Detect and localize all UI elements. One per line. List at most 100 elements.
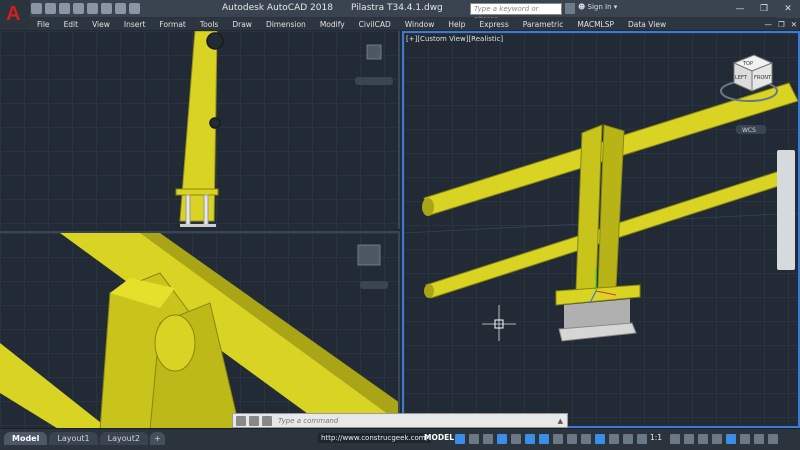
command-line: ▲ bbox=[232, 413, 568, 428]
crosshair-cursor bbox=[482, 305, 516, 341]
osnap-tracking-icon[interactable] bbox=[525, 434, 535, 444]
application-menu-button[interactable]: A bbox=[0, 0, 30, 30]
menu-parametric[interactable]: Parametric bbox=[516, 20, 571, 29]
window-title: Autodesk AutoCAD 2018 Pilastra T34.4.1.dw… bbox=[222, 3, 443, 13]
menu-file[interactable]: File bbox=[30, 20, 57, 29]
lineweight-icon[interactable] bbox=[553, 434, 563, 444]
tab-layout1[interactable]: Layout1 bbox=[49, 432, 98, 445]
drafting-toggles bbox=[455, 434, 647, 444]
navigation-bar[interactable] bbox=[777, 150, 795, 270]
viewport-right-3d[interactable]: [+][Custom View][Realistic] TOP LEFT FRO… bbox=[402, 31, 800, 428]
footing bbox=[180, 224, 216, 227]
undo-icon[interactable] bbox=[101, 3, 112, 14]
quick-access-toolbar bbox=[31, 3, 140, 14]
menu-format[interactable]: Format bbox=[152, 20, 192, 29]
snap-icon[interactable] bbox=[469, 434, 479, 444]
viewport-label[interactable]: [+][Custom View][Realistic] bbox=[406, 35, 503, 43]
post-elevation-drawing bbox=[175, 31, 393, 227]
redo-icon[interactable] bbox=[115, 3, 126, 14]
app-title: Autodesk AutoCAD 2018 bbox=[222, 3, 333, 13]
anchor-bolt-right bbox=[203, 194, 209, 226]
model-space-button[interactable]: MODEL bbox=[424, 433, 454, 442]
menu-window[interactable]: Window bbox=[398, 20, 442, 29]
add-icon[interactable] bbox=[684, 434, 694, 444]
command-input[interactable] bbox=[278, 416, 548, 425]
saveas-icon[interactable] bbox=[73, 3, 84, 14]
menu-data-view[interactable]: Data View bbox=[621, 20, 673, 29]
autocad-logo-icon: A bbox=[6, 3, 21, 25]
osnap-icon[interactable] bbox=[539, 434, 549, 444]
menu-dimension[interactable]: Dimension bbox=[259, 20, 313, 29]
binoculars-icon[interactable] bbox=[565, 3, 575, 14]
grid-icon[interactable] bbox=[455, 434, 465, 444]
ortho-icon[interactable] bbox=[483, 434, 493, 444]
anchor-bolt-left bbox=[185, 194, 191, 226]
open-icon[interactable] bbox=[45, 3, 56, 14]
menu-macmlsp[interactable]: MACMLSP bbox=[570, 20, 621, 29]
command-prompt-icon[interactable] bbox=[262, 415, 272, 426]
rail-top-end bbox=[422, 198, 434, 216]
viewcube-small-icon[interactable] bbox=[357, 244, 381, 266]
cube-left-label: LEFT bbox=[735, 75, 748, 81]
doc-restore-icon[interactable]: ❐ bbox=[775, 20, 788, 29]
viewcube-icon[interactable] bbox=[366, 44, 382, 60]
menu-tools[interactable]: Tools bbox=[193, 20, 225, 29]
units-icon[interactable] bbox=[698, 434, 708, 444]
command-history-icon[interactable]: ▲ bbox=[558, 417, 563, 425]
gear-icon[interactable] bbox=[670, 434, 680, 444]
menu-draw[interactable]: Draw bbox=[225, 20, 259, 29]
customize-command-icon[interactable] bbox=[249, 415, 259, 426]
menu-bar: File Edit View Insert Format Tools Draw … bbox=[30, 18, 800, 30]
status-tray bbox=[670, 434, 778, 444]
workspace-icon[interactable] bbox=[129, 3, 140, 14]
maximize-icon[interactable]: ❐ bbox=[752, 0, 776, 18]
search-input[interactable]: Type a keyword or phrase bbox=[470, 3, 562, 23]
menu-help[interactable]: Help bbox=[441, 20, 472, 29]
rail-lower-left bbox=[0, 343, 108, 428]
menu-express[interactable]: Express bbox=[472, 20, 515, 29]
close-command-icon[interactable] bbox=[236, 415, 246, 426]
new-icon[interactable] bbox=[31, 3, 42, 14]
annotation-visibility-icon[interactable] bbox=[637, 434, 647, 444]
close-icon[interactable]: ✕ bbox=[776, 0, 800, 18]
add-layout-button[interactable]: + bbox=[149, 432, 165, 445]
menu-modify[interactable]: Modify bbox=[313, 20, 352, 29]
sign-in-button[interactable]: ☻ Sign In ▾ bbox=[578, 3, 617, 11]
clean-screen-icon[interactable] bbox=[754, 434, 764, 444]
menu-edit[interactable]: Edit bbox=[57, 20, 86, 29]
cube-front-label: FRONT bbox=[754, 75, 772, 81]
isodraft-icon[interactable] bbox=[511, 434, 521, 444]
file-title: Pilastra T34.4.1.dwg bbox=[350, 3, 443, 13]
customize-icon[interactable] bbox=[768, 434, 778, 444]
selection-cycling-icon[interactable] bbox=[581, 434, 591, 444]
wcs-label: WCS bbox=[742, 127, 756, 134]
annotation-icon[interactable] bbox=[623, 434, 633, 444]
dynamic-ucs-icon[interactable] bbox=[609, 434, 619, 444]
polar-icon[interactable] bbox=[497, 434, 507, 444]
annotation-scale[interactable]: 1:1 bbox=[650, 433, 662, 442]
quick-properties-icon[interactable] bbox=[712, 434, 722, 444]
isolate-objects-icon[interactable] bbox=[726, 434, 736, 444]
sign-in-label: Sign In bbox=[587, 3, 612, 11]
doc-close-icon[interactable]: ✕ bbox=[788, 20, 800, 29]
model-3d-drawing: TOP LEFT FRONT WCS bbox=[404, 54, 798, 342]
menu-civilcad[interactable]: CivilCAD bbox=[352, 20, 398, 29]
transparency-icon[interactable] bbox=[567, 434, 577, 444]
hardware-acceleration-icon[interactable] bbox=[740, 434, 750, 444]
viewport-bottom-left[interactable] bbox=[0, 231, 400, 428]
3d-osnap-icon[interactable] bbox=[595, 434, 605, 444]
tab-model[interactable]: Model bbox=[4, 432, 48, 445]
doc-minimize-icon[interactable]: — bbox=[761, 20, 775, 29]
rail-bottom-end bbox=[424, 284, 434, 298]
post-hole-top bbox=[206, 32, 224, 50]
tab-layout2[interactable]: Layout2 bbox=[99, 432, 148, 445]
menu-insert[interactable]: Insert bbox=[117, 20, 153, 29]
save-icon[interactable] bbox=[59, 3, 70, 14]
wcs-badge-small[interactable] bbox=[360, 281, 388, 289]
minimize-icon[interactable]: — bbox=[728, 0, 752, 18]
print-icon[interactable] bbox=[87, 3, 98, 14]
menu-view[interactable]: View bbox=[85, 20, 117, 29]
viewport-top-left[interactable] bbox=[0, 31, 400, 229]
wcs-badge[interactable] bbox=[355, 77, 393, 85]
closeup-drawing bbox=[0, 233, 398, 428]
